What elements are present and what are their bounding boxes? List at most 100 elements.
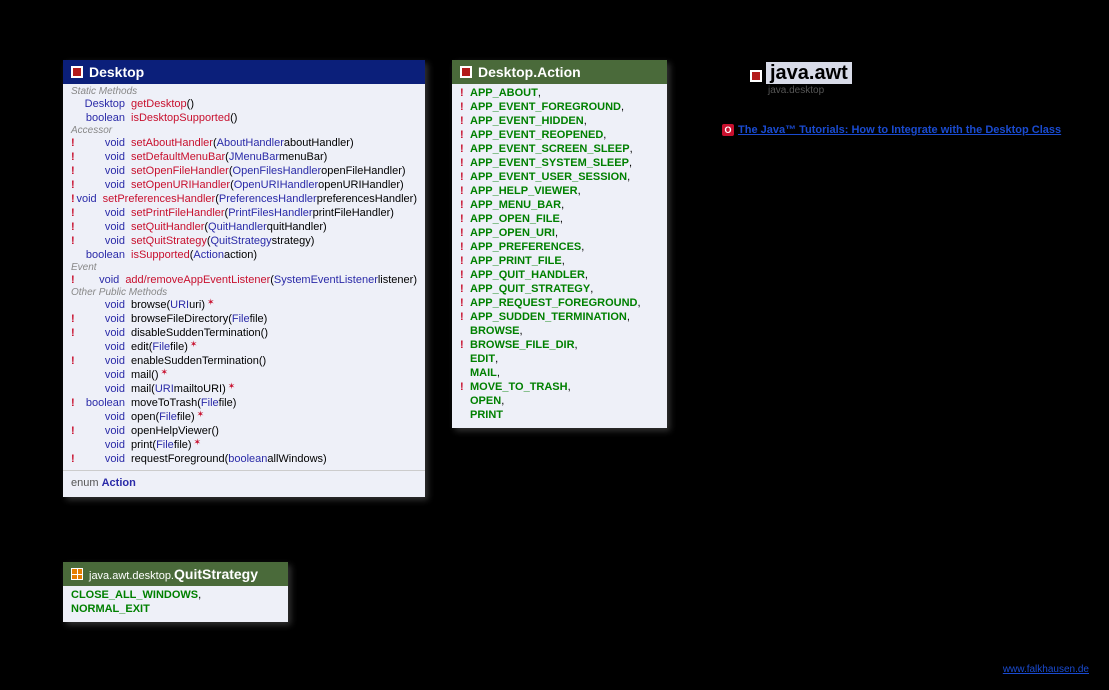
- method-name: isSupported: [131, 248, 190, 262]
- enum-value-row: !APP_QUIT_STRATEGY,: [452, 282, 667, 296]
- new-marker: !: [460, 156, 470, 170]
- enum-value-row: CLOSE_ALL_WINDOWS,: [63, 588, 288, 602]
- enum-value-row: MAIL,: [452, 366, 667, 380]
- param-type: File: [156, 438, 174, 452]
- param-type: JMenuBar: [229, 150, 279, 164]
- action-body: !APP_ABOUT,!APP_EVENT_FOREGROUND,!APP_EV…: [452, 84, 667, 428]
- method-row: !voidenableSuddenTermination (): [63, 354, 425, 368]
- enum-value-row: !APP_PRINT_FILE,: [452, 254, 667, 268]
- site-link[interactable]: www.falkhausen.de: [1003, 664, 1089, 675]
- section-other: Other Public Methods: [63, 287, 425, 298]
- param-type: PrintFilesHandler: [228, 206, 312, 220]
- enum-constant: APP_EVENT_USER_SESSION: [470, 171, 627, 183]
- return-type: void: [81, 410, 131, 424]
- package-icon: [750, 70, 762, 82]
- enum-constant: CLOSE_ALL_WINDOWS: [71, 589, 198, 601]
- method-name: getDesktop: [131, 97, 187, 111]
- param-name: menuBar: [279, 150, 324, 164]
- enum-constant: APP_QUIT_STRATEGY: [470, 283, 590, 295]
- enum-constant: NORMAL_EXIT: [71, 603, 150, 615]
- enum-constant: APP_EVENT_SYSTEM_SLEEP: [470, 157, 629, 169]
- param-type: OpenURIHandler: [234, 178, 318, 192]
- param-name: mailtoURI: [174, 382, 222, 396]
- method-row: !voidrequestForeground (boolean allWindo…: [63, 452, 425, 466]
- param-name: strategy: [272, 234, 311, 248]
- method-name: setAboutHandler: [131, 136, 213, 150]
- param-name: file: [177, 410, 191, 424]
- new-marker: !: [71, 234, 81, 248]
- throws-marker: ✶: [205, 295, 215, 309]
- tutorial-anchor[interactable]: The Java™ Tutorials: How to Integrate wi…: [738, 124, 1061, 136]
- method-row: voidopen (File file)✶: [63, 410, 425, 424]
- enum-constant: APP_OPEN_FILE: [470, 213, 560, 225]
- method-row: booleanisDesktopSupported (): [63, 111, 425, 125]
- enum-value-row: !APP_PREFERENCES,: [452, 240, 667, 254]
- param-name: quitHandler: [267, 220, 323, 234]
- new-marker: !: [460, 170, 470, 184]
- enum-value-row: !APP_ABOUT,: [452, 86, 667, 100]
- enum-value-row: !APP_EVENT_USER_SESSION,: [452, 170, 667, 184]
- param-name: printFileHandler: [313, 206, 391, 220]
- quitstrategy-enum-panel: java.awt.desktop.QuitStrategy CLOSE_ALL_…: [63, 562, 288, 622]
- class-icon: [71, 66, 83, 78]
- return-type: void: [81, 220, 131, 234]
- new-marker: !: [460, 268, 470, 282]
- return-type: boolean: [81, 248, 131, 262]
- method-row: voidprint (File file)✶: [63, 438, 425, 452]
- enum-value-row: !APP_SUDDEN_TERMINATION,: [452, 310, 667, 324]
- package-heading: java.awt java.desktop: [750, 62, 852, 96]
- desktop-body: Static Methods DesktopgetDesktop ()boole…: [63, 84, 425, 497]
- param-name: file: [170, 340, 184, 354]
- method-row: !voidsetAboutHandler (AboutHandler about…: [63, 136, 425, 150]
- return-type: void: [81, 354, 131, 368]
- enum-value-row: !APP_EVENT_FOREGROUND,: [452, 100, 667, 114]
- enum-constant: APP_MENU_BAR: [470, 199, 561, 211]
- method-name: setPreferencesHandler: [103, 192, 216, 206]
- method-row: !voidsetOpenURIHandler (OpenURIHandler o…: [63, 178, 425, 192]
- return-type: void: [81, 206, 131, 220]
- param-type: URI: [170, 298, 189, 312]
- param-type: AboutHandler: [217, 136, 284, 150]
- class-icon: [460, 66, 472, 78]
- return-type: void: [81, 234, 131, 248]
- return-type: void: [81, 136, 131, 150]
- new-marker: !: [460, 100, 470, 114]
- method-name: setOpenURIHandler: [131, 178, 230, 192]
- quitstrategy-body: CLOSE_ALL_WINDOWS,NORMAL_EXIT: [63, 586, 288, 622]
- new-marker: !: [71, 396, 81, 410]
- method-name: setQuitHandler: [131, 220, 204, 234]
- method-name: mail: [131, 382, 151, 396]
- enum-constant: BROWSE: [470, 325, 520, 337]
- throws-marker: ✶: [188, 337, 198, 351]
- new-marker: !: [460, 310, 470, 324]
- method-row: !voidopenHelpViewer (): [63, 424, 425, 438]
- tutorial-link[interactable]: O The Java™ Tutorials: How to Integrate w…: [722, 124, 1061, 136]
- enum-value-row: OPEN,: [452, 394, 667, 408]
- method-row: !voidbrowseFileDirectory (File file): [63, 312, 425, 326]
- method-name: add/removeAppEventListener: [125, 273, 270, 287]
- enum-constant: EDIT: [470, 353, 495, 365]
- enum-constant: APP_QUIT_HANDLER: [470, 269, 585, 281]
- method-name: setDefaultMenuBar: [131, 150, 225, 164]
- enum-constant: APP_SUDDEN_TERMINATION: [470, 311, 627, 323]
- enum-value-row: NORMAL_EXIT: [63, 602, 288, 616]
- enum-constant: APP_EVENT_SCREEN_SLEEP: [470, 143, 630, 155]
- new-marker: !: [71, 150, 81, 164]
- quitstrategy-header: java.awt.desktop.QuitStrategy: [63, 562, 288, 586]
- oracle-icon: O: [722, 124, 734, 136]
- method-name: browse: [131, 298, 166, 312]
- enum-constant: MOVE_TO_TRASH: [470, 381, 568, 393]
- new-marker: !: [460, 338, 470, 352]
- desktop-nested-enum: enum Action: [63, 470, 425, 491]
- return-type: void: [81, 340, 131, 354]
- param-type: URI: [155, 382, 174, 396]
- param-type: PreferencesHandler: [219, 192, 317, 206]
- new-marker: !: [460, 128, 470, 142]
- return-type: void: [81, 438, 131, 452]
- method-row: voidmail ()✶: [63, 368, 425, 382]
- method-row: voidedit (File file)✶: [63, 340, 425, 354]
- enum-constant: OPEN: [470, 395, 501, 407]
- param-type: File: [159, 410, 177, 424]
- return-type: void: [81, 150, 131, 164]
- method-row: voidmail (URI mailtoURI)✶: [63, 382, 425, 396]
